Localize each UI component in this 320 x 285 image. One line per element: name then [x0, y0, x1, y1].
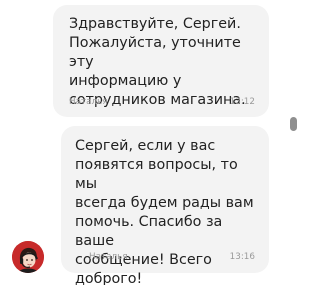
- message-author: Наталья: [69, 97, 108, 107]
- message-meta: Наталья 13:16: [89, 252, 255, 262]
- message-bubble: Сергей, если у вас появятся вопросы, то …: [61, 126, 269, 285]
- scrollbar-thumb[interactable]: [290, 117, 297, 131]
- message-meta: Наталья 13:12: [69, 97, 255, 107]
- message-author: Наталья: [89, 252, 128, 262]
- chat-window: Здравствуйте, Сергей. Пожалуйста, уточни…: [0, 0, 314, 285]
- operator-avatar-svg: [12, 241, 44, 273]
- scrollbar[interactable]: [290, 0, 298, 285]
- message-text: Сергей, если у вас появятся вопросы, то …: [75, 138, 254, 285]
- message-bubble: Здравствуйте, Сергей. Пожалуйста, уточни…: [53, 5, 269, 117]
- message-time: 13:12: [229, 97, 255, 107]
- operator-avatar-icon: [12, 241, 44, 273]
- message-text: Здравствуйте, Сергей. Пожалуйста, уточни…: [69, 16, 246, 108]
- message-time: 13:16: [229, 252, 255, 262]
